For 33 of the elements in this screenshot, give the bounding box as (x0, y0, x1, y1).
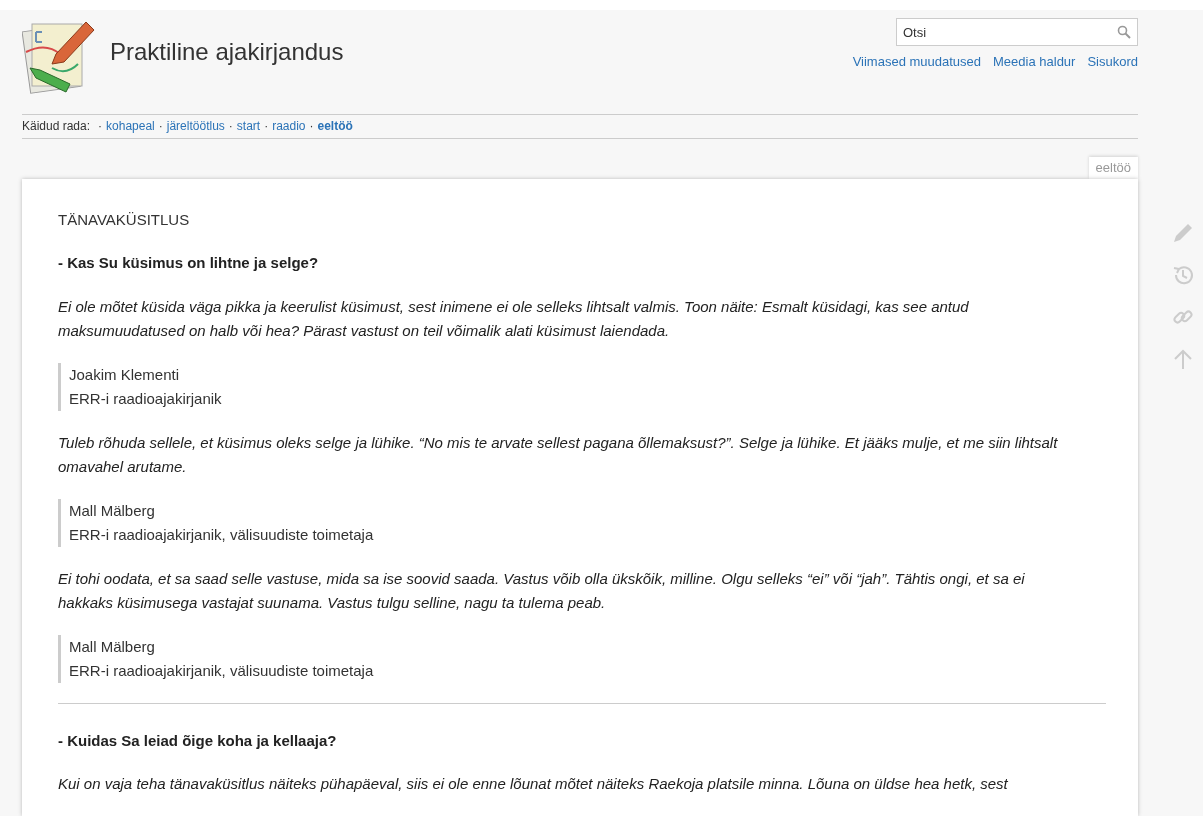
quote-line: Mall Mälberg (69, 636, 156, 657)
quote-line: ERR-i raadioajakirjanik, välisuudiste toimetaja (69, 524, 375, 545)
breadcrumb-link[interactable]: eeltöö (317, 117, 353, 136)
quote-line: Joakim Klementi (69, 364, 181, 385)
breadcrumb-separator: · (309, 118, 314, 136)
section-heading: TÄNAVAKÜSITLUS (58, 209, 191, 230)
pencil-icon[interactable] (1172, 222, 1194, 244)
question-heading: - Kuidas Sa leiad õige koha ja kellaaja? (58, 730, 338, 751)
paragraph: Kui on vaja teha tänavaküsitlus näiteks pühapäeval, siis ei ole enne lõunat mõtet näiteks Raekoja platsile minna. Lõuna on üldse hea hetk, sest (58, 774, 1009, 794)
breadcrumb-link[interactable]: järeltöötlus (166, 117, 225, 136)
breadcrumb-link[interactable]: start (236, 117, 261, 136)
question-heading: - Kas Su küsimus on lihtne ja selge? (58, 253, 320, 273)
site-title[interactable]: Praktiline ajakirjandus (110, 34, 344, 70)
search-icon[interactable] (1117, 25, 1131, 39)
search-field[interactable]: Otsi (896, 18, 1138, 46)
quote-line: Mall Mälberg (69, 500, 156, 521)
breadcrumb-link[interactable]: kohapeal (106, 117, 155, 136)
arrow-up-icon[interactable] (1172, 348, 1194, 370)
paragraph: Tuleb rõhuda sellele, et küsimus oleks selge ja lühike. “No mis te arvate sellest pagana õllemaksust?”. Selge ja lühike. Et jääks mulje, et me siin lihtsalt omavahel arutame. (58, 432, 1059, 477)
tool-link[interactable]: Viimased muudatused (852, 52, 982, 72)
breadcrumb-separator: · (264, 118, 269, 136)
tool-link[interactable]: Meedia haldur (993, 52, 1076, 72)
paragraph: Ei tohi oodata, et sa saad selle vastuse, mida sa ise soovid saada. Vastus võib olla ükskõik, milline. Olgu selleks “ei” või “jah”. Tähtis ongi, et sa ei hakkaks küsimusega vastajat suunama. Vastus tulgu selline, nagu ta tulema peab. (58, 568, 1026, 613)
paragraph: Ei ole mõtet küsida väga pikka ja keerulist küsimust, sest inimene ei ole selleks lihtsalt valmis. Toon näite: Esmalt küsidagi, kas see antud maksumuudatused on halb või hea? Pärast vastust on teil võimalik alati küsimust laiendada. (58, 296, 970, 341)
history-icon[interactable] (1172, 264, 1194, 286)
quote-line: ERR-i raadioajakirjanik, välisuudiste toimetaja (69, 660, 375, 681)
tool-link[interactable]: Sisukord (1087, 52, 1138, 72)
breadcrumb-separator: · (228, 118, 233, 136)
breadcrumb-label: Käidud rada: (22, 118, 91, 136)
breadcrumb-separator: · (158, 118, 163, 136)
breadcrumb-separator: · (98, 118, 103, 136)
quote-line: ERR-i raadioajakirjanik (69, 388, 223, 409)
breadcrumb-link[interactable]: raadio (272, 117, 306, 136)
